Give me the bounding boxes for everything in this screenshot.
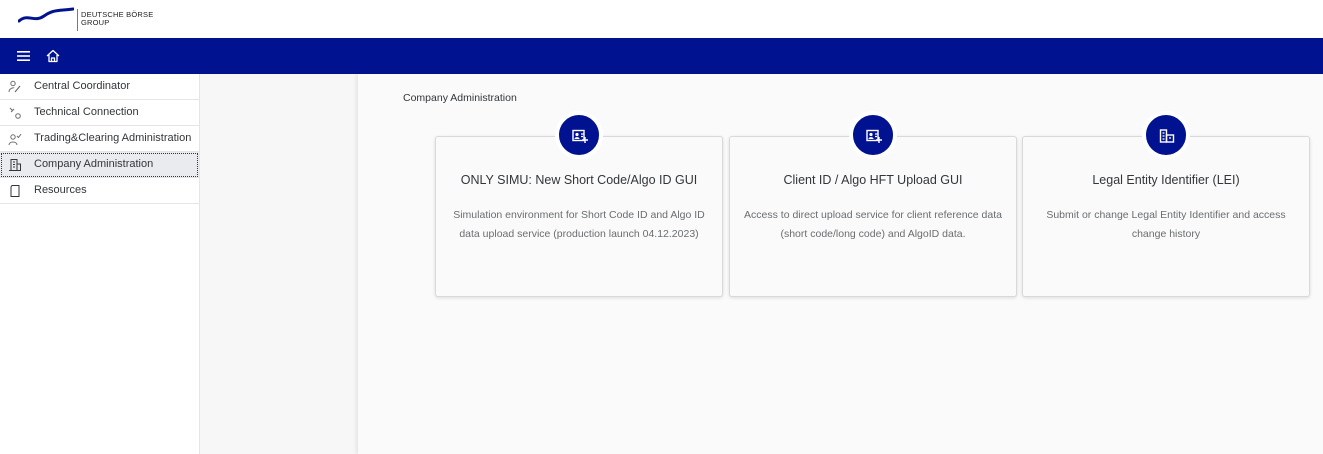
tile-description: Access to direct upload service for clie… xyxy=(744,209,1002,240)
shell-bar xyxy=(0,38,1323,74)
id-card-icon xyxy=(866,129,882,143)
tile-description: Submit or change Legal Entity Identifier… xyxy=(1046,209,1286,240)
tile-client-id-algo-hft-upload-gui[interactable]: Client ID / Algo HFT Upload GUI Access t… xyxy=(729,111,1017,297)
tile-badge xyxy=(1142,111,1190,159)
hamburger-icon[interactable] xyxy=(15,47,33,65)
tile-short-code-algo-id-gui[interactable]: ONLY SIMU: New Short Code/Algo ID GUI Si… xyxy=(435,111,723,297)
tile-description: Simulation environment for Short Code ID… xyxy=(453,209,705,240)
tile-badge xyxy=(849,111,897,159)
sidebar-item-resources[interactable]: Resources xyxy=(0,178,199,204)
brand-divider xyxy=(77,9,78,31)
tile-title: Client ID / Algo HFT Upload GUI xyxy=(783,173,963,187)
sidebar-item-central-coordinator[interactable]: Central Coordinator xyxy=(0,74,199,100)
document-icon xyxy=(8,183,22,197)
sidebar-item-company-administration[interactable]: Company Administration xyxy=(0,152,199,178)
deutsche-boerse-logo-icon xyxy=(18,7,74,23)
buildings-icon xyxy=(1159,129,1175,143)
sidebar-item-technical-connection[interactable]: Technical Connection xyxy=(0,100,199,126)
main-content: Company Administration ONLY SIMU: New Sh… xyxy=(358,74,1323,454)
id-card-icon xyxy=(572,129,588,143)
brand-header: DEUTSCHE BÖRSE GROUP xyxy=(0,0,1323,38)
tile-badge xyxy=(555,111,603,159)
home-icon[interactable] xyxy=(44,47,62,65)
person-edit-icon xyxy=(8,79,22,93)
tile-legal-entity-identifier[interactable]: Legal Entity Identifier (LEI) Submit or … xyxy=(1022,111,1310,297)
person-check-icon xyxy=(8,131,22,146)
page-title: Company Administration xyxy=(403,92,517,104)
content-gutter xyxy=(200,74,358,454)
brand-name: DEUTSCHE BÖRSE GROUP xyxy=(81,10,154,27)
sidebar-item-trading-clearing-administration[interactable]: Trading&Clearing Administration xyxy=(0,126,199,152)
connection-icon xyxy=(8,105,22,119)
tile-title: Legal Entity Identifier (LEI) xyxy=(1092,173,1240,187)
tile-title: ONLY SIMU: New Short Code/Algo ID GUI xyxy=(460,173,698,187)
side-navigation: Central Coordinator Technical Connection… xyxy=(0,74,200,454)
building-icon xyxy=(8,157,22,171)
